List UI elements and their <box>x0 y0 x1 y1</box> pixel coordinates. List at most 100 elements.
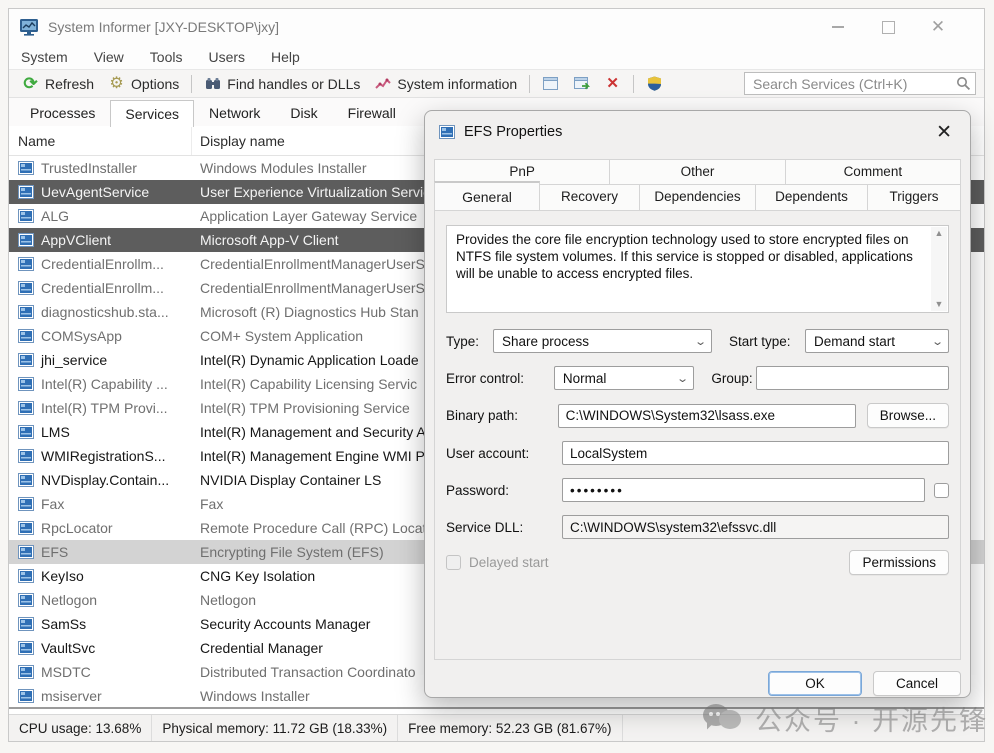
service-name: RpcLocator <box>41 520 113 536</box>
service-icon <box>18 305 34 319</box>
service-icon <box>18 353 34 367</box>
system-information-button[interactable]: System information <box>367 74 524 94</box>
window-controls: ✕ <box>830 19 974 35</box>
find-handles-button[interactable]: Find handles or DLLs <box>197 74 367 94</box>
service-name: CredentialEnrollm... <box>41 256 164 272</box>
minimize-icon[interactable] <box>830 19 846 35</box>
service-name: VaultSvc <box>41 640 95 656</box>
service-name: Fax <box>41 496 64 512</box>
service-name: LMS <box>41 424 70 440</box>
toolbar-separator <box>529 75 530 93</box>
options-button[interactable]: ⚙ Options <box>101 74 186 94</box>
service-icon <box>18 209 34 223</box>
user-account-input[interactable] <box>562 441 949 465</box>
service-name: EFS <box>41 544 68 560</box>
refresh-button[interactable]: ⟳ Refresh <box>15 74 101 94</box>
password-input[interactable] <box>562 478 925 502</box>
service-name: WMIRegistrationS... <box>41 448 165 464</box>
service-icon <box>18 689 34 703</box>
service-dll-label: Service DLL: <box>446 520 562 535</box>
dialog-tab-triggers[interactable]: Triggers <box>868 184 961 210</box>
elevate-button[interactable] <box>639 74 670 94</box>
refresh-icon: ⟳ <box>22 76 39 92</box>
dialog-tab-comment[interactable]: Comment <box>786 159 961 184</box>
password-label: Password: <box>446 483 562 498</box>
service-name: Intel(R) TPM Provi... <box>41 400 168 416</box>
service-dll-input[interactable] <box>562 515 949 539</box>
type-select[interactable]: Share process ⌄ <box>493 329 712 353</box>
menu-system[interactable]: System <box>21 49 68 65</box>
chevron-down-icon: ⌄ <box>694 335 707 348</box>
tab-services[interactable]: Services <box>110 100 194 127</box>
search-input[interactable] <box>753 76 956 92</box>
service-icon <box>18 497 34 511</box>
menu-users[interactable]: Users <box>208 49 245 65</box>
service-name: jhi_service <box>41 352 107 368</box>
close-service-button[interactable]: ✕ <box>597 74 628 94</box>
binary-path-label: Binary path: <box>446 408 558 423</box>
service-icon <box>18 377 34 391</box>
error-control-select[interactable]: Normal ⌄ <box>554 366 695 390</box>
service-description: Provides the core file encryption techno… <box>446 225 949 313</box>
titlebar: System Informer [JXY-DESKTOP\jxy] ✕ <box>9 9 984 45</box>
red-x-icon: ✕ <box>604 76 621 92</box>
new-window-button[interactable] <box>566 74 597 94</box>
scroll-down-icon[interactable]: ▼ <box>935 300 944 309</box>
service-name: ALG <box>41 208 69 224</box>
service-icon <box>18 161 34 175</box>
browse-button[interactable]: Browse... <box>867 403 949 428</box>
close-icon[interactable]: ✕ <box>930 19 946 35</box>
window-button[interactable] <box>535 74 566 94</box>
service-icon <box>18 521 34 535</box>
permissions-button[interactable]: Permissions <box>849 550 949 575</box>
service-icon <box>18 449 34 463</box>
statusbar: CPU usage: 13.68% Physical memory: 11.72… <box>9 714 984 741</box>
window-icon <box>542 76 559 92</box>
tab-firewall[interactable]: Firewall <box>333 100 411 126</box>
ok-button[interactable]: OK <box>768 671 862 696</box>
scroll-up-icon[interactable]: ▲ <box>935 229 944 238</box>
search-box <box>744 72 976 95</box>
group-input[interactable] <box>756 366 949 390</box>
cancel-button[interactable]: Cancel <box>873 671 961 696</box>
menu-view[interactable]: View <box>94 49 124 65</box>
dialog-close-icon[interactable]: ✕ <box>932 121 956 144</box>
error-control-label: Error control: <box>446 371 554 386</box>
password-checkbox[interactable] <box>934 483 949 498</box>
service-name: MSDTC <box>41 664 91 680</box>
tab-processes[interactable]: Processes <box>15 100 110 126</box>
search-icon[interactable] <box>956 76 971 91</box>
dialog-tab-dependents[interactable]: Dependents <box>756 184 868 210</box>
type-label: Type: <box>446 334 493 349</box>
tab-network[interactable]: Network <box>194 100 275 126</box>
dialog-title: EFS Properties <box>464 124 932 140</box>
dialog-tab-recovery[interactable]: Recovery <box>540 184 640 210</box>
gear-icon: ⚙ <box>108 76 125 92</box>
service-name: msiserver <box>41 688 102 704</box>
dialog-footer: OK Cancel <box>425 660 970 696</box>
service-name: UevAgentService <box>41 184 149 200</box>
service-name: KeyIso <box>41 568 84 584</box>
dialog-titlebar: EFS Properties ✕ <box>425 111 970 153</box>
delayed-start-checkbox[interactable] <box>446 555 461 570</box>
service-icon <box>18 233 34 247</box>
column-header-name[interactable]: Name <box>9 126 192 155</box>
toolbar-separator <box>191 75 192 93</box>
maximize-icon[interactable] <box>880 19 896 35</box>
menu-help[interactable]: Help <box>271 49 300 65</box>
service-name: Intel(R) Capability ... <box>41 376 168 392</box>
tab-disk[interactable]: Disk <box>275 100 332 126</box>
start-type-select[interactable]: Demand start ⌄ <box>805 329 949 353</box>
service-icon <box>18 401 34 415</box>
dialog-tab-other[interactable]: Other <box>610 159 785 184</box>
dialog-tab-dependencies[interactable]: Dependencies <box>640 184 756 210</box>
status-physical-memory: Physical memory: 11.72 GB (18.33%) <box>152 715 398 741</box>
service-name: COMSysApp <box>41 328 122 344</box>
app-logo-icon <box>19 18 39 36</box>
screen: System Informer [JXY-DESKTOP\jxy] ✕ Syst… <box>0 0 994 753</box>
dialog-tab-general[interactable]: General <box>434 181 540 210</box>
binary-path-input[interactable] <box>558 404 856 428</box>
service-icon <box>18 473 34 487</box>
menu-tools[interactable]: Tools <box>150 49 183 65</box>
description-scrollbar[interactable]: ▲ ▼ <box>931 227 947 311</box>
